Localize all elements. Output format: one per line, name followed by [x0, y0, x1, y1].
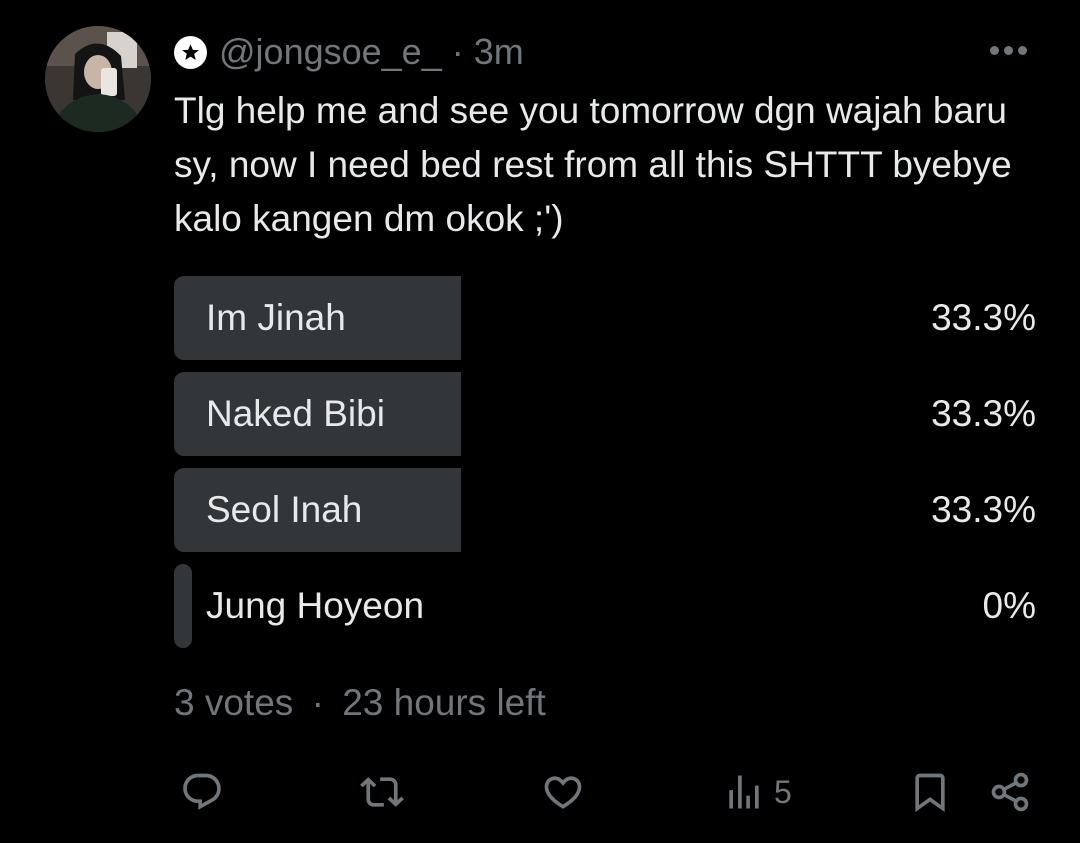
views-count: 5 — [774, 773, 792, 810]
retweet-icon — [360, 777, 404, 807]
poll-option-label: Jung Hoyeon — [206, 585, 425, 626]
poll-option-percent: 33.3% — [931, 297, 1036, 338]
star-badge-icon — [174, 35, 207, 69]
poll-option-percent: 33.3% — [931, 393, 1036, 434]
retweet-button[interactable] — [360, 770, 404, 814]
poll-bar — [174, 564, 192, 648]
avatar[interactable] — [45, 26, 151, 132]
views-bar-chart-icon — [729, 775, 759, 809]
poll-meta: 3 votes · 23 hours left — [174, 680, 546, 726]
share-button[interactable] — [988, 770, 1032, 814]
poll-option-percent: 0% — [982, 585, 1036, 626]
user-handle[interactable]: @jongsoe_e_ — [219, 31, 442, 73]
tweet-header: @jongsoe_e_ · 3m — [174, 30, 524, 74]
reply-button[interactable] — [180, 770, 224, 814]
poll-time-left: 23 hours left — [342, 682, 546, 723]
views-button[interactable]: 5 — [722, 770, 792, 814]
more-dots-icon — [990, 46, 999, 55]
poll-option[interactable]: Seol Inah 33.3% — [174, 468, 1036, 552]
poll-meta-separator: · — [311, 682, 324, 723]
heart-icon — [544, 776, 582, 809]
reply-icon — [183, 773, 221, 810]
action-bar: 5 — [0, 760, 1080, 820]
avatar-image — [45, 26, 151, 132]
tweet-text: Tlg help me and see you tomorrow dgn waj… — [174, 90, 1012, 239]
tweet-timestamp[interactable]: 3m — [474, 31, 524, 73]
poll-option-label: Seol Inah — [206, 489, 363, 530]
poll-option[interactable]: Jung Hoyeon 0% — [174, 564, 1036, 648]
bookmark-button[interactable] — [908, 770, 952, 814]
poll-option-label: Naked Bibi — [206, 393, 385, 434]
header-separator: · — [451, 31, 464, 72]
poll-option[interactable]: Naked Bibi 33.3% — [174, 372, 1036, 456]
poll-option-label: Im Jinah — [206, 297, 346, 338]
poll-option-percent: 33.3% — [931, 489, 1036, 530]
bookmark-icon — [915, 773, 945, 813]
like-button[interactable] — [541, 770, 585, 814]
more-options-button[interactable] — [990, 46, 1027, 55]
poll: Im Jinah 33.3% Naked Bibi 33.3% Seol Ina… — [174, 276, 1036, 660]
share-icon — [991, 772, 1029, 812]
poll-vote-count: 3 votes — [174, 682, 294, 723]
poll-option[interactable]: Im Jinah 33.3% — [174, 276, 1036, 360]
